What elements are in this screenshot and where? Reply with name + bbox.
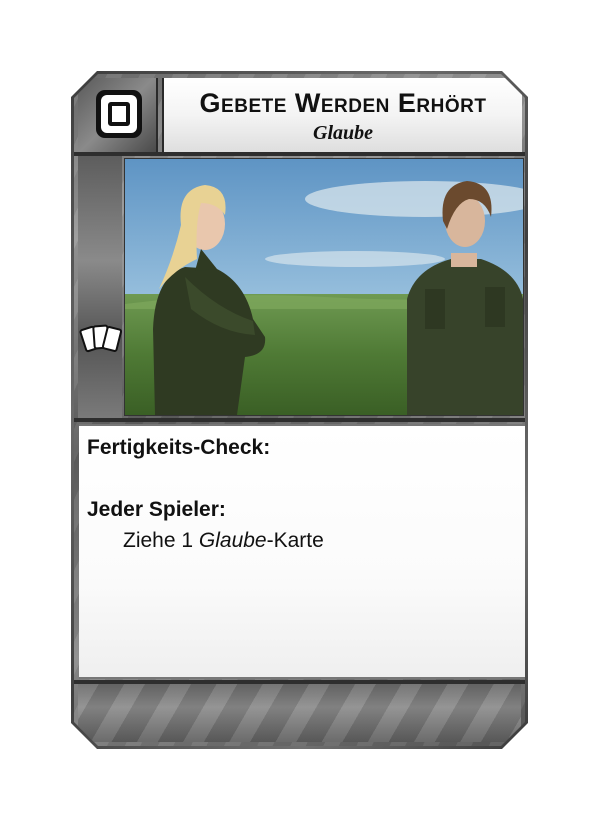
card-frame: Gebete Werden Erhört Glaube Fertigkeits-… [74, 74, 525, 746]
card-subtitle: Glaube [313, 122, 373, 144]
effect-emphasis: Glaube [198, 529, 267, 552]
effect-suffix: -Karte [266, 529, 324, 552]
players-label: Jeder Spieler: [87, 498, 226, 521]
art-divider [74, 418, 525, 422]
square-frame-icon [96, 90, 142, 138]
title-divider [74, 152, 525, 156]
bottom-bar [78, 684, 521, 742]
playing-cards-icon [79, 324, 123, 353]
skill-check-label: Fertigkeits-Check: [87, 436, 271, 459]
rules-text-box: Fertigkeits-Check: Jeder Spieler: Ziehe … [79, 424, 525, 679]
game-card[interactable]: Gebete Werden Erhört Glaube Fertigkeits-… [71, 71, 528, 749]
side-strip [78, 156, 122, 418]
title-panel: Gebete Werden Erhört Glaube [162, 78, 522, 152]
card-artwork [124, 158, 524, 416]
effect-prefix: Ziehe 1 [123, 529, 199, 552]
card-type-box [78, 78, 158, 152]
card-title: Gebete Werden Erhört [199, 88, 487, 118]
effect-text: Ziehe 1 Glaube-Karte [123, 529, 324, 553]
